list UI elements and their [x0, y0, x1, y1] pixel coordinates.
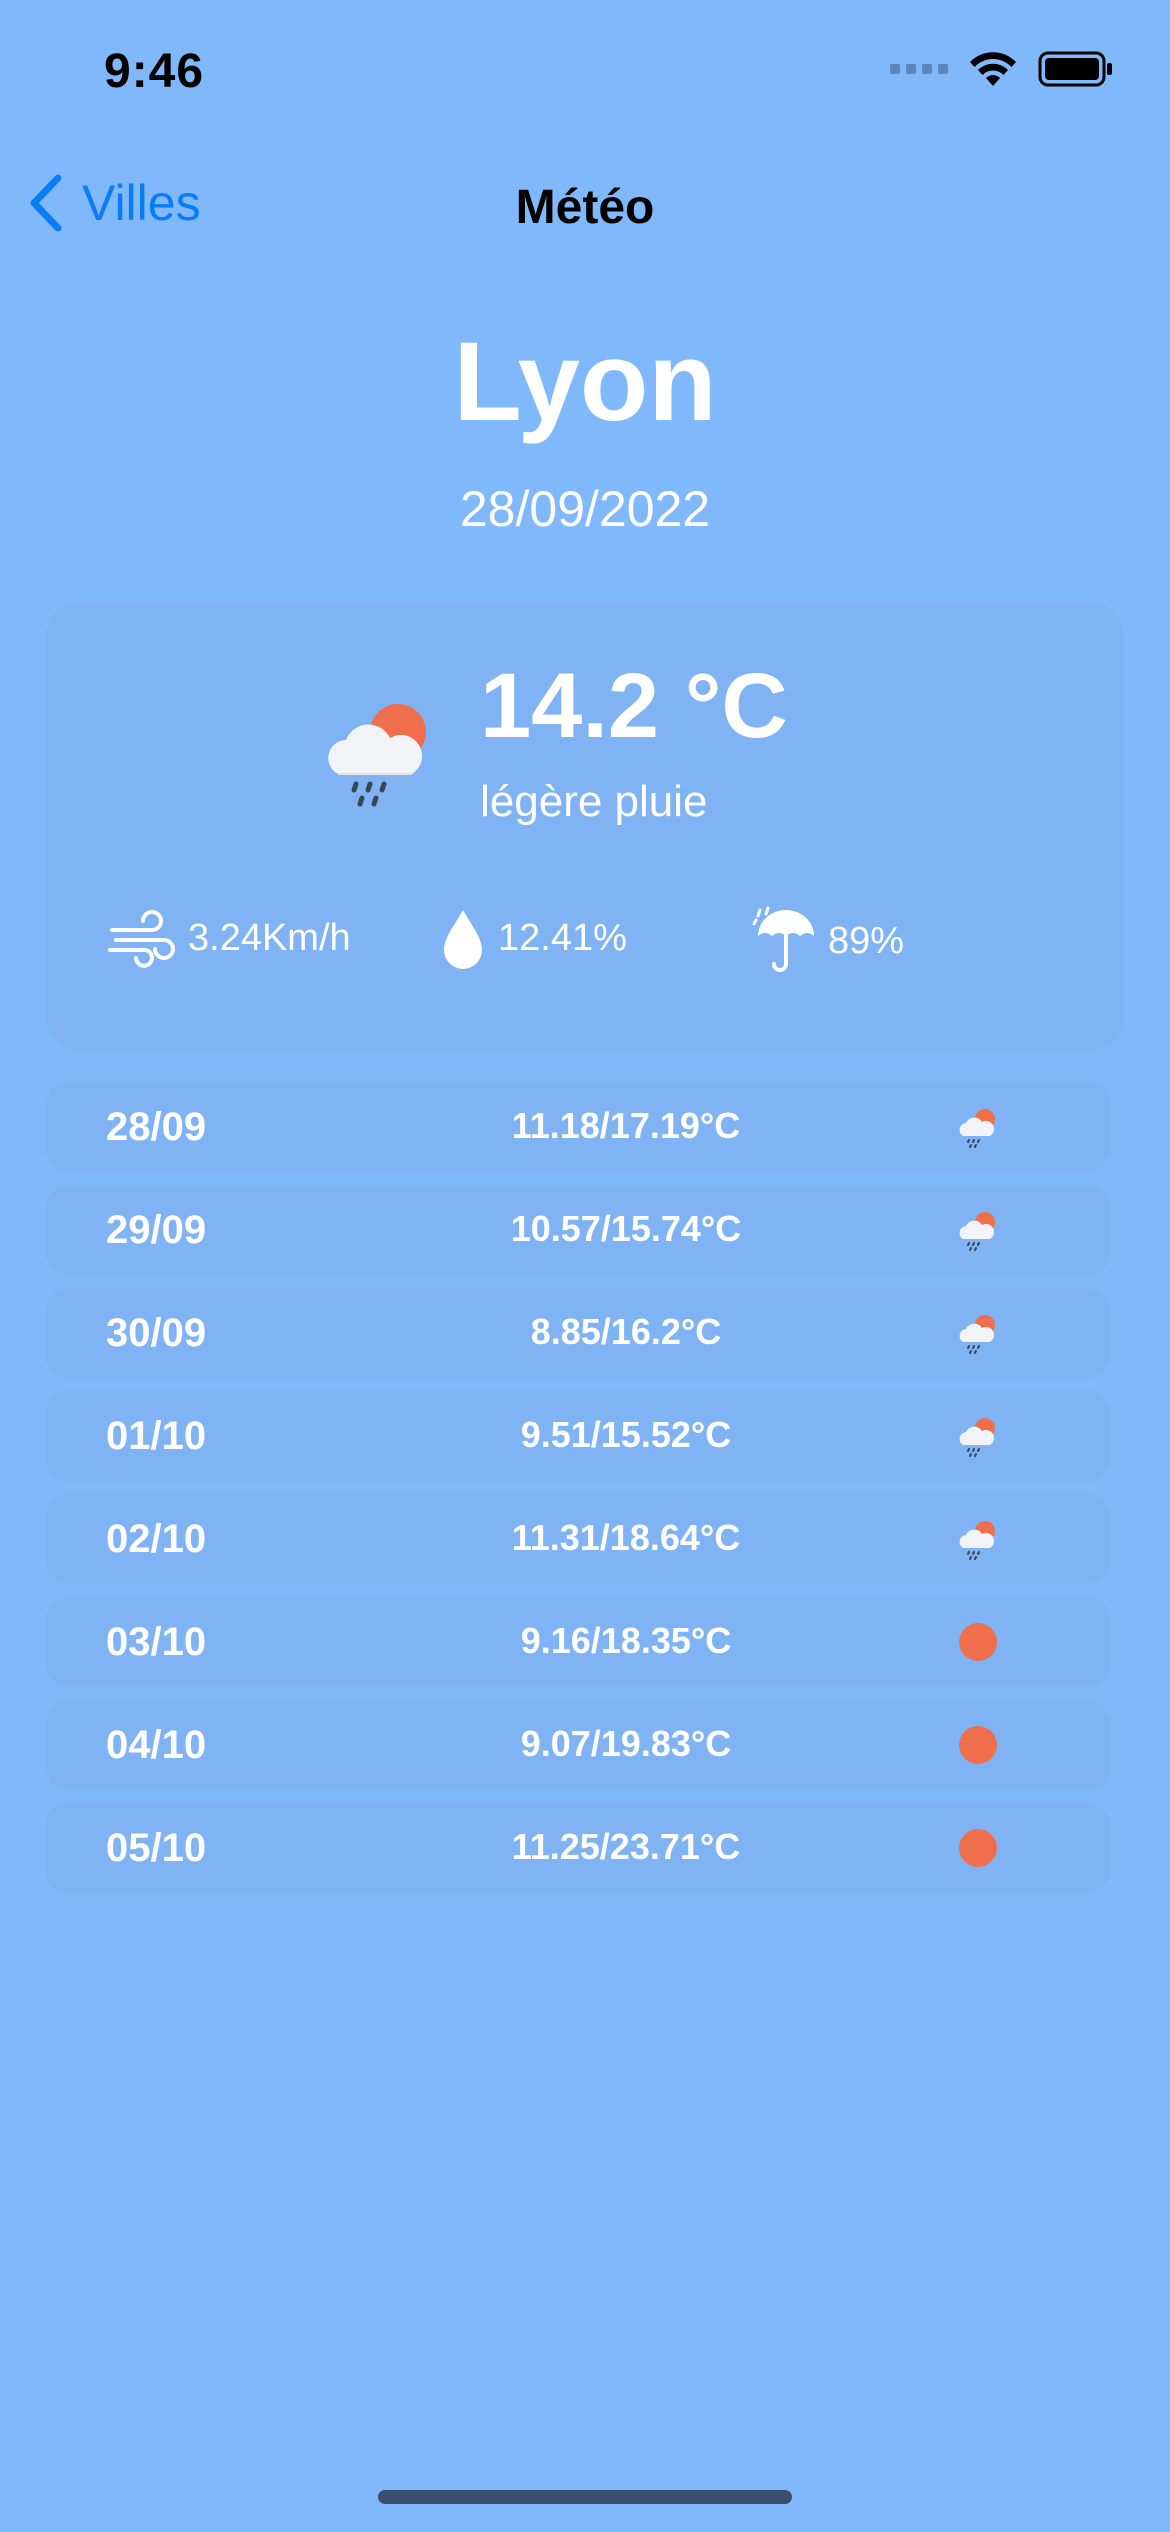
forecast-date: 04/10: [106, 1723, 207, 1767]
forecast-temperature-range: 9.07/19.83°C: [520, 1723, 732, 1764]
forecast-date: 01/10: [106, 1414, 207, 1458]
forecast-list: 28/09 11.18/17.19°C 29/09 10.57/15.74°C 30/0…: [46, 1082, 1110, 1906]
battery-icon: [1038, 51, 1112, 87]
forecast-date: 28/09: [106, 1105, 207, 1149]
wifi-icon: [970, 52, 1016, 86]
forecast-temperature-range: 8.85/16.2°C: [530, 1311, 722, 1352]
forecast-temperature-range: 11.18/17.19°C: [511, 1105, 741, 1146]
forecast-temperature-range: 9.51/15.52°C: [520, 1414, 732, 1455]
drop-icon: [444, 910, 482, 969]
home-indicator[interactable]: [378, 2490, 792, 2504]
current-weather-card: 14.2 °C légère pluie 3.24Km/h 12.41% 89%: [46, 604, 1124, 1050]
wind-icon: [108, 910, 175, 968]
forecast-row[interactable]: 02/10 11.31/18.64°C: [46, 1494, 1110, 1584]
forecast-row[interactable]: 03/10 9.16/18.35°C: [46, 1597, 1110, 1687]
rain-chance-stat: 89%: [752, 906, 904, 976]
forecast-date: 29/09: [106, 1208, 207, 1252]
sun-icon: [956, 1723, 1000, 1767]
sun-icon: [956, 1826, 1000, 1870]
forecast-row[interactable]: 01/10 9.51/15.52°C: [46, 1391, 1110, 1481]
forecast-temperature-range: 9.16/18.35°C: [520, 1620, 732, 1661]
cloud-sun-rain-icon: [328, 704, 426, 807]
cloud-sun-rain-icon: [956, 1105, 1000, 1149]
cloud-sun-rain-icon: [956, 1414, 1000, 1458]
navigation-bar: Villes Météo: [0, 160, 1170, 250]
forecast-row[interactable]: 30/09 8.85/16.2°C: [46, 1288, 1110, 1378]
umbrella-rain-icon: [752, 906, 814, 972]
nav-title: Météo: [515, 181, 655, 234]
forecast-temperature-range: 11.31/18.64°C: [511, 1517, 741, 1558]
forecast-temperature-range: 11.25/23.71°C: [511, 1826, 741, 1867]
forecast-row[interactable]: 04/10 9.07/19.83°C: [46, 1700, 1110, 1790]
forecast-date: 02/10: [106, 1517, 207, 1561]
humidity-stat: 12.41%: [438, 906, 627, 970]
forecast-temperature-range: 10.57/15.74°C: [510, 1208, 742, 1249]
forecast-row[interactable]: 05/10 11.25/23.71°C: [46, 1803, 1110, 1893]
rain-chance-value: 89%: [828, 919, 905, 962]
wind-speed-stat: 3.24Km/h: [108, 906, 351, 970]
status-bar: 9:46: [0, 0, 1170, 150]
forecast-row[interactable]: 29/09 10.57/15.74°C: [46, 1185, 1110, 1275]
current-temperature: 14.2 °C: [480, 655, 788, 757]
status-icons: [890, 50, 1114, 88]
status-time: 9:46: [104, 45, 205, 98]
city-name: Lyon: [453, 319, 717, 444]
humidity-value: 12.41%: [498, 916, 627, 959]
cloud-sun-rain-icon: [956, 1517, 1000, 1561]
forecast-date: 30/09: [106, 1311, 207, 1355]
cloud-sun-rain-icon: [956, 1311, 1000, 1355]
current-date: 28/09/2022: [459, 481, 711, 537]
wind-speed-value: 3.24Km/h: [188, 916, 351, 959]
weather-description: légère pluie: [480, 777, 708, 826]
sun-icon: [956, 1620, 1000, 1664]
forecast-row[interactable]: 28/09 11.18/17.19°C: [46, 1082, 1110, 1172]
forecast-date: 05/10: [106, 1826, 207, 1870]
signal-dots-icon: [890, 64, 948, 74]
forecast-date: 03/10: [106, 1620, 207, 1664]
cloud-sun-rain-icon: [956, 1208, 1000, 1252]
